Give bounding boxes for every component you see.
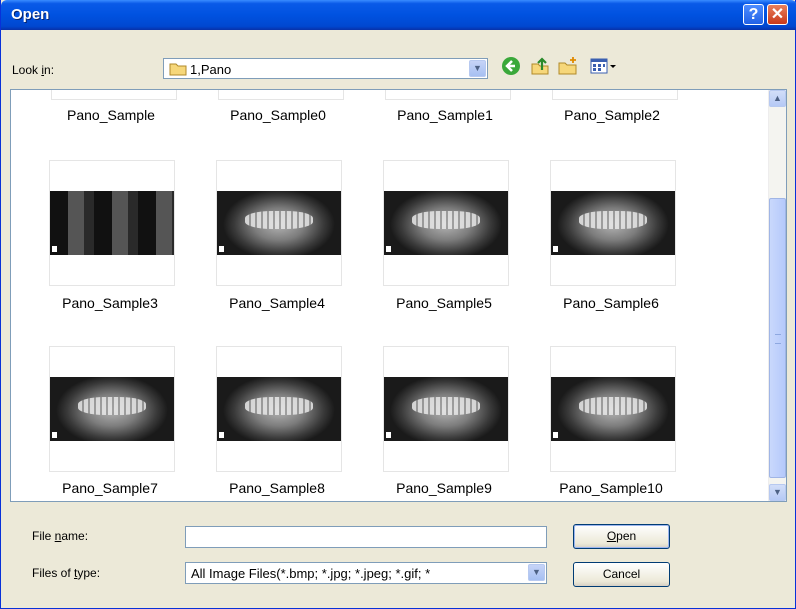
- open-button-label: pen: [616, 529, 637, 543]
- file-caption[interactable]: Pano_Sample9: [364, 480, 524, 496]
- thumbnail-frame: [550, 346, 676, 472]
- thumbnail-frame: [385, 90, 511, 100]
- open-button-mnemonic: O: [606, 529, 617, 543]
- file-name-label-suffix: ame:: [61, 529, 89, 543]
- file-list[interactable]: Pano_Sample Pano_Sample0 Pano_Sample1 Pa…: [10, 89, 787, 502]
- chevron-down-icon[interactable]: ▼: [469, 60, 486, 77]
- look-in-label-text: Look: [12, 63, 42, 77]
- thumbnail-frame: [383, 346, 509, 472]
- file-caption[interactable]: Pano_Sample0: [198, 107, 358, 123]
- back-icon[interactable]: [500, 56, 522, 78]
- vertical-scrollbar[interactable]: ▲ ▼: [768, 90, 786, 501]
- file-type-label: Files of type:: [32, 566, 100, 580]
- thumbnail-frame: [218, 90, 344, 100]
- up-folder-icon[interactable]: [529, 56, 551, 78]
- help-button[interactable]: ?: [743, 4, 764, 25]
- file-name-label: File name:: [32, 529, 88, 543]
- file-name-field[interactable]: [185, 526, 547, 548]
- file-caption[interactable]: Pano_Sample3: [30, 295, 190, 311]
- thumbnail-frame: [51, 90, 177, 100]
- xray-thumbnail: [384, 191, 508, 255]
- grip-icon: [775, 334, 781, 344]
- chevron-down-icon[interactable]: ▼: [528, 564, 545, 581]
- file-caption[interactable]: Pano_Sample: [31, 107, 191, 123]
- file-type-dropdown[interactable]: All Image Files(*.bmp; *.jpg; *.jpeg; *.…: [185, 562, 547, 584]
- thumbnail-frame: [383, 160, 509, 286]
- xray-thumbnail: [50, 377, 174, 441]
- thumbnail-frame: [216, 160, 342, 286]
- look-in-value: 1,Pano: [190, 62, 232, 77]
- xray-thumbnail: [217, 191, 341, 255]
- file-caption[interactable]: Pano_Sample4: [197, 295, 357, 311]
- xray-thumbnail: [50, 191, 174, 255]
- folder-icon: [169, 63, 187, 76]
- xray-thumbnail: [551, 377, 675, 441]
- xray-thumbnail: [551, 191, 675, 255]
- thumbnail-frame: [550, 160, 676, 286]
- file-caption[interactable]: Pano_Sample1: [365, 107, 525, 123]
- view-menu-icon[interactable]: [588, 56, 620, 78]
- file-caption[interactable]: Pano_Sample2: [532, 107, 692, 123]
- file-name-label-text: File: [32, 529, 55, 543]
- file-type-label-suffix: ype:: [77, 566, 101, 580]
- look-in-label: Look in:: [12, 63, 54, 77]
- file-caption[interactable]: Pano_Sample8: [197, 480, 357, 496]
- file-caption[interactable]: Pano_Sample7: [30, 480, 190, 496]
- thumbnail-frame: [49, 160, 175, 286]
- file-type-label-text: Files of: [32, 566, 75, 580]
- scrollbar-thumb[interactable]: [769, 198, 786, 478]
- title-bar[interactable]: Open ? ✕: [1, 0, 796, 30]
- cancel-button[interactable]: Cancel: [573, 562, 670, 587]
- open-button[interactable]: Open: [573, 524, 670, 549]
- new-folder-icon[interactable]: [557, 56, 579, 78]
- look-in-dropdown[interactable]: 1,Pano ▼: [163, 58, 488, 79]
- thumbnail-frame: [49, 346, 175, 472]
- file-caption[interactable]: Pano_Sample10: [531, 480, 691, 496]
- dialog-title: Open: [11, 6, 50, 23]
- thumbnail-frame: [552, 90, 678, 100]
- file-type-value: All Image Files(*.bmp; *.jpg; *.jpeg; *.…: [191, 566, 431, 581]
- scroll-down-button[interactable]: ▼: [769, 484, 786, 501]
- look-in-label-suffix: n:: [44, 63, 55, 77]
- file-caption[interactable]: Pano_Sample6: [531, 295, 691, 311]
- thumbnail-frame: [216, 346, 342, 472]
- scroll-up-button[interactable]: ▲: [769, 90, 786, 107]
- xray-thumbnail: [217, 377, 341, 441]
- close-button[interactable]: ✕: [767, 4, 788, 25]
- open-dialog: Open ? ✕ Look in: 1,Pano ▼ Pano_Sample P…: [0, 0, 796, 609]
- xray-thumbnail: [384, 377, 508, 441]
- file-caption[interactable]: Pano_Sample5: [364, 295, 524, 311]
